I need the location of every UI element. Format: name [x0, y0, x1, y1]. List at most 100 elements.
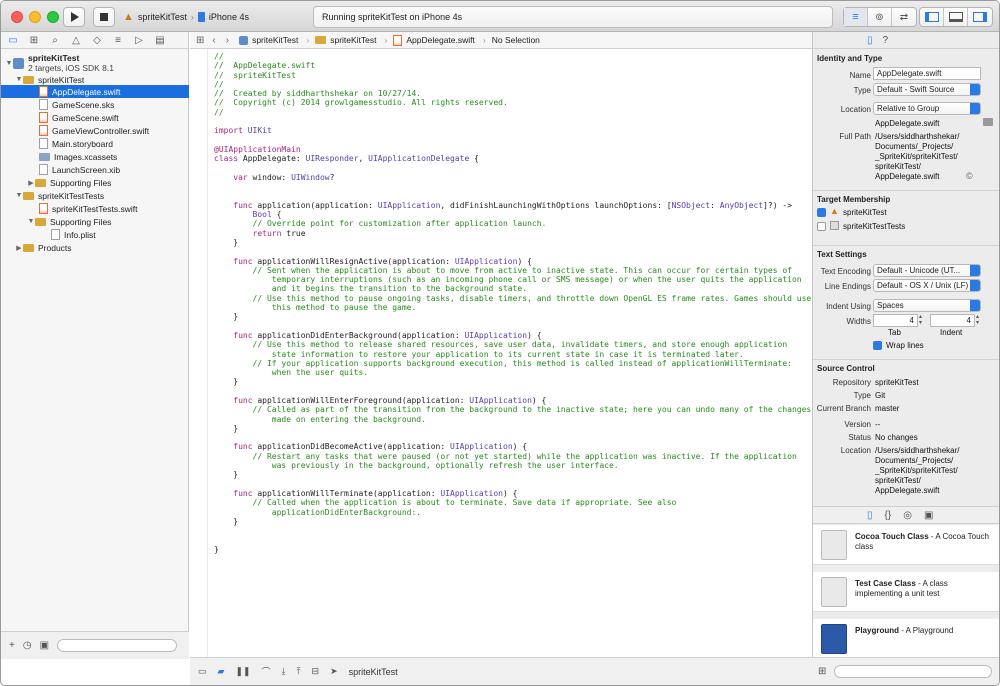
related-items-icon[interactable]: ⊞ — [196, 35, 204, 46]
tab-width-field[interactable]: 4 — [873, 314, 918, 327]
source-code[interactable]: //// AppDelegate.swift// spriteKitTest//… — [214, 52, 811, 554]
pause-icon[interactable]: ❚❚ — [235, 666, 250, 677]
location-icon[interactable]: ➤ — [330, 666, 338, 677]
tree-file[interactable]: Info.plist — [1, 228, 189, 241]
back-icon[interactable]: ‹ — [212, 35, 215, 46]
code-line[interactable]: // If your application supports backgrou… — [214, 359, 811, 368]
code-line[interactable]: // Created by siddharthshekar on 10/27/1… — [214, 89, 811, 98]
report-icon[interactable]: ▤ — [154, 34, 166, 46]
library-item[interactable]: Test Case Class - A class implementing a… — [813, 572, 999, 612]
code-line[interactable]: var window: UIWindow? — [214, 173, 811, 182]
code-line[interactable]: when the user quits. — [214, 368, 811, 377]
code-line[interactable]: } — [214, 377, 811, 386]
code-line[interactable]: import UIKit — [214, 126, 811, 135]
code-line[interactable] — [214, 526, 811, 535]
tree-file[interactable]: Images.xcassets — [1, 150, 189, 163]
code-line[interactable]: return true — [214, 229, 811, 238]
code-line[interactable]: // Called when the application is about … — [214, 498, 811, 507]
code-line[interactable]: class AppDelegate: UIResponder, UIApplic… — [214, 154, 811, 163]
reveal-arrow-icon[interactable]: © — [966, 171, 973, 181]
code-line[interactable]: func applicationWillTerminate(applicatio… — [214, 489, 811, 498]
type-popup[interactable]: Default - Swift Source — [873, 83, 981, 96]
code-line[interactable] — [214, 433, 811, 442]
code-line[interactable]: } — [214, 517, 811, 526]
hide-debug-icon[interactable]: ▭ — [198, 666, 207, 677]
code-line[interactable] — [214, 387, 811, 396]
toggle-debug-button[interactable] — [944, 8, 968, 26]
code-line[interactable] — [214, 136, 811, 145]
library-item[interactable]: Cocoa Touch Class - A Cocoa Touch class — [813, 525, 999, 565]
close-window-button[interactable] — [11, 11, 23, 23]
code-line[interactable] — [214, 117, 811, 126]
tree-file[interactable]: spriteKitTestTests.swift — [1, 202, 189, 215]
code-line[interactable]: and it begins the transition to the back… — [214, 284, 811, 293]
code-line[interactable]: } — [214, 312, 811, 321]
code-line[interactable]: } — [214, 424, 811, 433]
code-line[interactable]: // Copyright (c) 2014 growlgamesstudio. … — [214, 98, 811, 107]
filter-field[interactable] — [57, 639, 178, 652]
tree-file[interactable]: GameViewController.swift — [1, 124, 189, 137]
step-in-icon[interactable]: ⤓ — [282, 666, 286, 677]
recent-icon[interactable]: ◷ — [23, 640, 32, 651]
test-icon[interactable]: ◇ — [91, 34, 103, 46]
code-line[interactable]: // Sent when the application is about to… — [214, 266, 811, 275]
wrap-lines-checkbox[interactable] — [873, 341, 882, 350]
file-template-icon[interactable]: ▯ — [867, 510, 873, 521]
version-editor-button[interactable]: ⇄ — [892, 8, 916, 26]
code-line[interactable]: } — [214, 238, 811, 247]
code-line[interactable]: was previously in the background, option… — [214, 461, 811, 470]
stop-button[interactable] — [93, 7, 115, 27]
warning-icon[interactable]: △ — [70, 34, 82, 46]
step-over-icon[interactable]: ⌒ — [262, 665, 271, 678]
code-line[interactable]: // Called as part of the transition from… — [214, 405, 812, 414]
minimize-window-button[interactable] — [29, 11, 41, 23]
code-line[interactable]: } — [214, 545, 811, 554]
code-line[interactable]: // Use this method to release shared res… — [214, 340, 811, 349]
tree-file[interactable]: GameScene.swift — [1, 111, 189, 124]
code-line[interactable]: func application(application: UIApplicat… — [214, 201, 811, 210]
code-line[interactable]: temporary interruptions (such as an inco… — [214, 275, 811, 284]
object-library-icon[interactable]: ◎ — [903, 510, 912, 521]
crumb-group[interactable]: spriteKitTest — [315, 35, 377, 45]
code-line[interactable] — [214, 182, 811, 191]
code-line[interactable]: state information to restore your applic… — [214, 350, 811, 359]
tree-group[interactable]: ▶ Products — [1, 241, 189, 254]
view-debug-icon[interactable]: ⊟ — [312, 666, 320, 677]
scheme-selector[interactable]: ▲ spriteKitTest › iPhone 4s — [123, 7, 303, 27]
code-line[interactable] — [214, 480, 811, 489]
code-line[interactable]: // spriteKitTest — [214, 71, 811, 80]
file-inspector-icon[interactable]: ▯ — [867, 35, 873, 46]
indent-stepper[interactable]: ▴ ▾ — [976, 314, 984, 327]
code-line[interactable] — [214, 247, 811, 256]
code-line[interactable]: // — [214, 80, 811, 89]
step-out-icon[interactable]: ⤒ — [297, 666, 301, 677]
code-line[interactable]: // Use this method to pause ongoing task… — [214, 294, 812, 303]
code-line[interactable]: // — [214, 52, 811, 61]
code-line[interactable] — [214, 191, 811, 200]
crumb-file[interactable]: AppDelegate.swift — [393, 34, 475, 46]
search-icon[interactable]: ⌕ — [49, 34, 61, 46]
code-line[interactable] — [214, 535, 811, 544]
run-button[interactable] — [63, 7, 85, 27]
code-line[interactable] — [214, 164, 811, 173]
indent-using-popup[interactable]: Spaces — [873, 299, 981, 312]
symbol-icon[interactable]: ⊞ — [28, 34, 40, 46]
folder-reveal-icon[interactable] — [983, 118, 993, 126]
crumb-symbol[interactable]: No Selection — [492, 35, 540, 45]
tree-project[interactable]: ▼ spriteKitTest 2 targets, iOS SDK 8.1 — [1, 52, 189, 74]
tree-file[interactable]: Main.storyboard — [1, 137, 189, 150]
code-line[interactable]: applicationDidEnterBackground:. — [214, 508, 811, 517]
code-snippet-icon[interactable]: {} — [885, 510, 892, 521]
code-line[interactable]: func applicationWillResignActive(applica… — [214, 257, 811, 266]
debug-icon[interactable]: ≡ — [112, 34, 124, 46]
media-library-icon[interactable]: ▣ — [924, 510, 933, 521]
crumb-project[interactable]: spriteKitTest — [239, 35, 298, 45]
folder-icon[interactable]: ▭ — [7, 34, 19, 46]
code-line[interactable]: // Restart any tasks that were paused (o… — [214, 452, 811, 461]
zoom-window-button[interactable] — [47, 11, 59, 23]
tab-stepper[interactable]: ▴ ▾ — [919, 314, 927, 327]
tree-group[interactable]: ▼ spriteKitTestTests — [1, 189, 189, 202]
code-line[interactable]: // AppDelegate.swift — [214, 61, 811, 70]
breakpoint-icon[interactable]: ▷ — [133, 34, 145, 46]
toggle-utilities-button[interactable] — [968, 8, 992, 26]
